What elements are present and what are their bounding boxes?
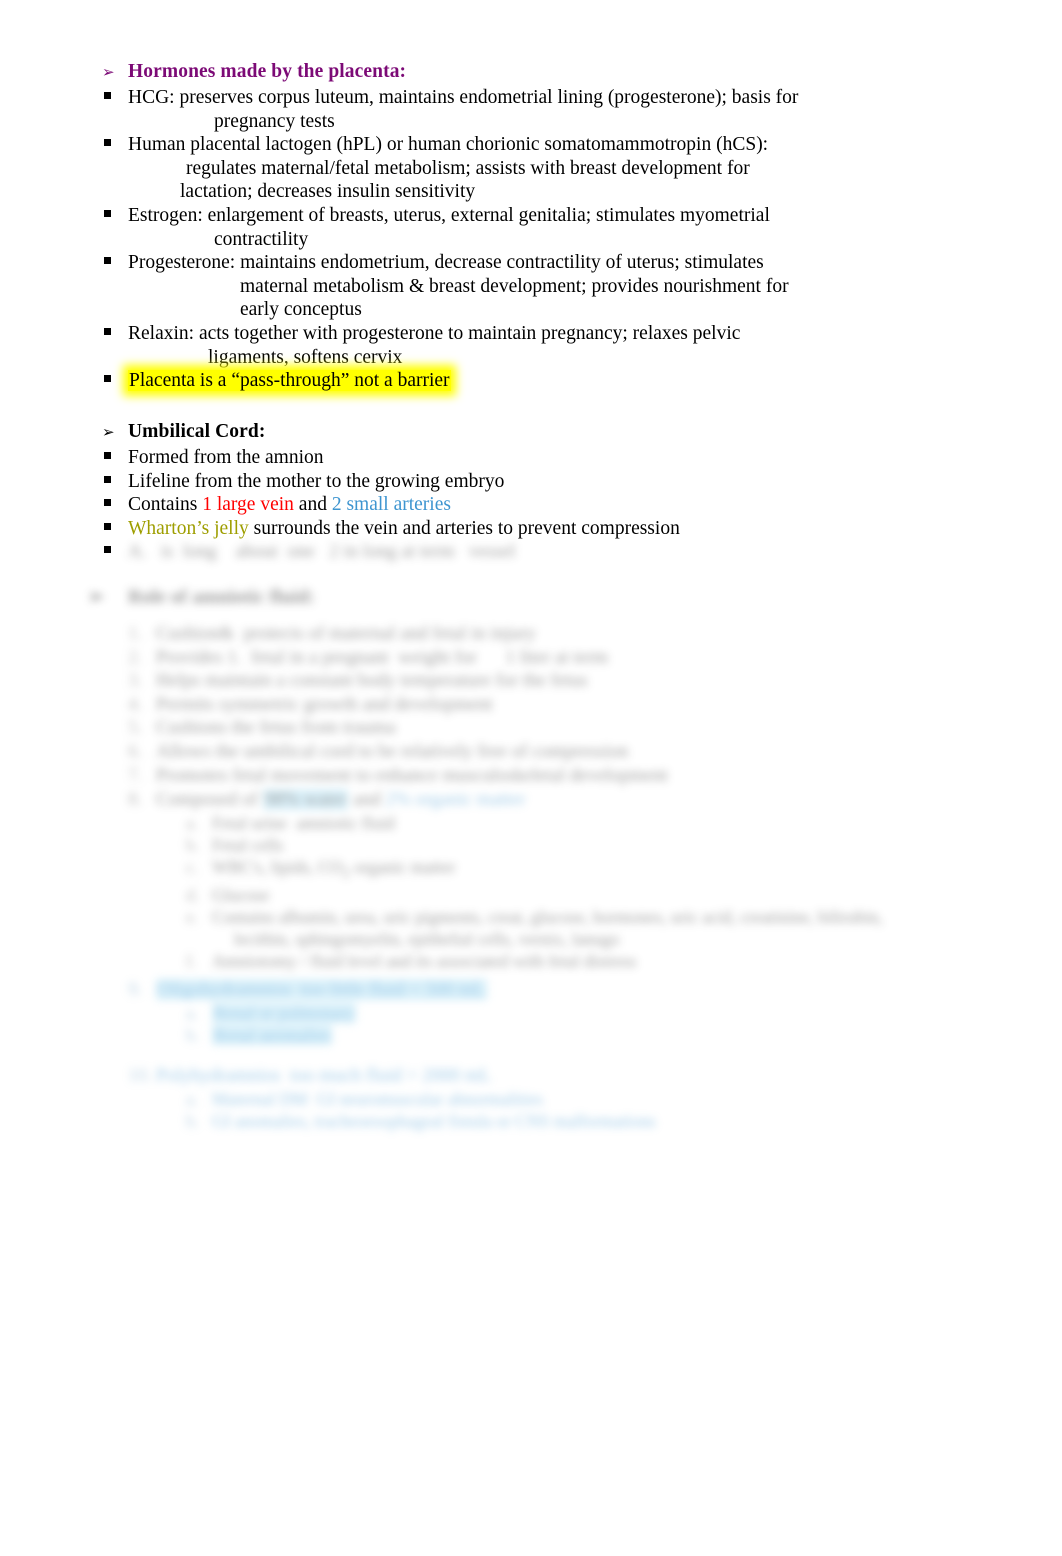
- contains-label: Contains: [128, 494, 203, 516]
- bullet-relaxin-line-2: ligaments, softens cervix: [208, 346, 403, 368]
- square-bullet-icon: [104, 257, 111, 265]
- bullet-whartons-jelly: Wharton’s jelly surrounds the vein and a…: [104, 517, 988, 541]
- section-hormones-block: ➢ Hormones made by the placenta: HCG: pr…: [88, 60, 988, 393]
- section-umbilical-block: ➢ Umbilical Cord: Formed from the amnion…: [88, 420, 988, 564]
- bullet-cord-blurred: A. is long about one 2 in long at term v…: [104, 540, 988, 564]
- bullet-hcg: HCG: preserves corpus luteum, maintains …: [104, 86, 988, 133]
- heading-hormones: ➢ Hormones made by the placenta:: [102, 60, 988, 83]
- square-bullet-icon: [104, 546, 111, 554]
- bullet-progesterone-line-2: maternal metabolism & breast development…: [240, 275, 789, 297]
- bullet-progesterone-line-3: early conceptus: [240, 299, 362, 321]
- highlighted-pass-through-text: Placenta is a “pass-through” not a barri…: [128, 370, 451, 392]
- section-umbilical-cord: ➢ Umbilical Cord: Formed from the amnion…: [88, 420, 988, 564]
- bullet-formed-from-amnion: Formed from the amnion: [104, 446, 988, 470]
- bullet-lifeline-text: Lifeline from the mother to the growing …: [128, 470, 505, 492]
- arrow-bullet-icon: ➢: [102, 423, 115, 441]
- whartons-jelly-description: surrounds the vein and arteries to preve…: [248, 517, 680, 539]
- bullet-estrogen-line-2: contractility: [214, 228, 309, 250]
- square-bullet-icon: [104, 375, 111, 383]
- bullet-estrogen: Estrogen: enlargement of breasts, uterus…: [104, 204, 988, 251]
- bullet-hpl: Human placental lactogen (hPL) or human …: [104, 133, 988, 204]
- bullet-hcg-line-2: pregnancy tests: [214, 110, 335, 132]
- bullet-lifeline: Lifeline from the mother to the growing …: [104, 470, 988, 494]
- redacted-cord-line: A. is long about one 2 in long at term v…: [128, 541, 516, 563]
- bullet-progesterone: Progesterone: maintains endometrium, dec…: [104, 251, 988, 322]
- square-bullet-icon: [104, 92, 111, 99]
- heading-umbilical-cord: ➢ Umbilical Cord:: [102, 420, 988, 443]
- redacted-list-block-2: 8. Composed of 98% water and 2% organic m…: [128, 789, 883, 972]
- square-bullet-icon: [104, 522, 111, 530]
- document-page: ➢ Hormones made by the placenta: HCG: pr…: [0, 0, 1062, 1556]
- redacted-list-block-1: 1. Cushion& protects of maternal and feta…: [128, 623, 668, 786]
- square-bullet-icon: [104, 139, 111, 147]
- redacted-list-block-4: 10. Polyhydramnios too much fluid > 2000 …: [128, 1065, 656, 1131]
- bullet-hcg-line-1: HCG: preserves corpus luteum, maintains …: [128, 87, 799, 108]
- bullet-relaxin: Relaxin: acts together with progesterone…: [104, 322, 988, 369]
- bullet-formed-text: Formed from the amnion: [128, 447, 324, 468]
- square-bullet-icon: [104, 475, 111, 483]
- heading-umbilical-cord-text: Umbilical Cord:: [128, 421, 266, 442]
- redacted-section: ➢ Role of amniotic fluid: 1. Cushion& prot…: [88, 586, 1048, 1146]
- square-bullet-icon: [104, 209, 111, 217]
- square-bullet-icon: [104, 327, 111, 335]
- hormones-bullet-list: HCG: preserves corpus luteum, maintains …: [104, 86, 988, 393]
- bullet-estrogen-line-1: Estrogen: enlargement of breasts, uterus…: [128, 204, 770, 226]
- bullet-pass-through: Placenta is a “pass-through” not a barri…: [104, 369, 988, 393]
- bullet-relaxin-line-1: Relaxin: acts together with progesterone…: [128, 322, 741, 344]
- redacted-heading: ➢ Role of amniotic fluid:: [88, 587, 315, 608]
- and-conjunction: and: [293, 494, 332, 516]
- redacted-list-block-3: 9. Oligohydramnios too little fluid < 500…: [128, 979, 487, 1045]
- whartons-jelly-term: Wharton’s jelly: [128, 517, 249, 539]
- square-bullet-icon: [104, 499, 111, 507]
- two-small-arteries-text: 2 small arteries: [331, 494, 451, 516]
- one-large-vein-text: 1 large vein: [202, 494, 294, 516]
- bullet-contains-vessels: Contains 1 large vein and 2 small arteri…: [104, 493, 988, 517]
- square-bullet-icon: [104, 452, 111, 459]
- bullet-hpl-line-3: lactation; decreases insulin sensitivity: [180, 181, 476, 203]
- umbilical-bullet-list: Formed from the amnion Lifeline from the…: [104, 446, 988, 564]
- bullet-hpl-line-1: Human placental lactogen (hPL) or human …: [128, 134, 769, 156]
- section-hormones: ➢ Hormones made by the placenta: HCG: pr…: [88, 60, 988, 393]
- heading-hormones-text: Hormones made by the placenta:: [128, 61, 407, 82]
- arrow-bullet-icon: ➢: [102, 63, 115, 81]
- bullet-hpl-line-2: regulates maternal/fetal metabolism; ass…: [186, 157, 750, 179]
- bullet-progesterone-line-1: Progesterone: maintains endometrium, dec…: [128, 252, 764, 274]
